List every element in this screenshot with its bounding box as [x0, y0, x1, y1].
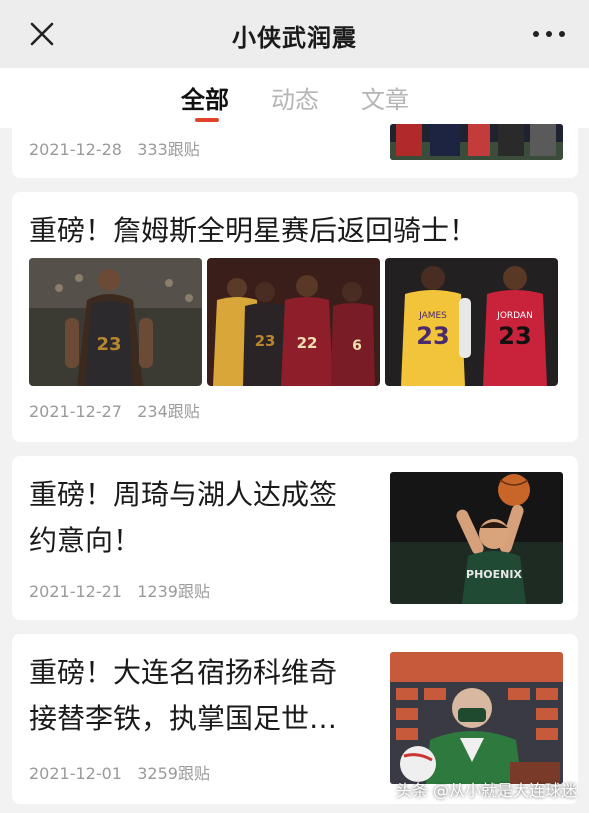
watermark: 头条 @从小就是大连球迷	[395, 781, 577, 800]
feed-item-meta: 2021-12-01 3259跟贴	[29, 764, 210, 783]
svg-text:JORDAN: JORDAN	[496, 311, 533, 321]
feed-item[interactable]: 重磅！周琦与湖人达成签 约意向！ 2021-12-21 1239跟贴 PHOEN…	[12, 456, 578, 620]
jersey-number: 23	[255, 332, 276, 350]
article-headline[interactable]: 重磅！大连名宿扬科维奇 接替李铁，执掌国足世…	[29, 650, 337, 742]
more-dots-icon[interactable]	[533, 24, 565, 44]
feed-item-meta: 2021-12-28 333跟贴	[29, 140, 200, 159]
feed-item-meta: 2021-12-21 1239跟贴	[29, 582, 210, 601]
article-thumbnail: PHOENIX	[390, 472, 563, 604]
article-thumbnail	[390, 124, 563, 160]
jersey-number: 23	[498, 322, 531, 350]
tab-articles[interactable]: 文章	[361, 80, 409, 115]
active-tab-indicator	[195, 118, 219, 122]
jersey-number: 23	[416, 322, 449, 350]
tab-updates[interactable]: 动态	[271, 80, 319, 115]
tab-bar: 全部 动态 文章	[0, 68, 589, 128]
top-bar: 小侠武润震	[0, 0, 589, 68]
svg-text:JAMES: JAMES	[418, 311, 447, 321]
tab-all[interactable]: 全部	[181, 80, 229, 115]
jersey-number: 23	[96, 334, 121, 355]
article-photo: JAMES 23 JORDAN 23	[385, 258, 558, 386]
feed-item-meta: 2021-12-27 234跟贴	[29, 402, 200, 421]
feed-item[interactable]: 2021-12-28 333跟贴	[12, 124, 578, 178]
page-title: 小侠武润震	[232, 24, 357, 52]
article-headline[interactable]: 重磅！詹姆斯全明星赛后返回骑士！	[29, 208, 477, 254]
article-headline[interactable]: 重磅！周琦与湖人达成签 约意向！	[29, 472, 337, 564]
jersey-number: 22	[297, 334, 318, 352]
feed-item[interactable]: 重磅！詹姆斯全明星赛后返回骑士！ 23 23 22 6 JAMES 23 JOR…	[12, 192, 578, 442]
jersey-number: 6	[352, 338, 362, 354]
article-photo: 23 22 6	[207, 258, 380, 386]
jersey-text: PHOENIX	[466, 568, 522, 581]
article-photo: 23	[29, 258, 202, 386]
article-thumbnail	[390, 652, 563, 784]
